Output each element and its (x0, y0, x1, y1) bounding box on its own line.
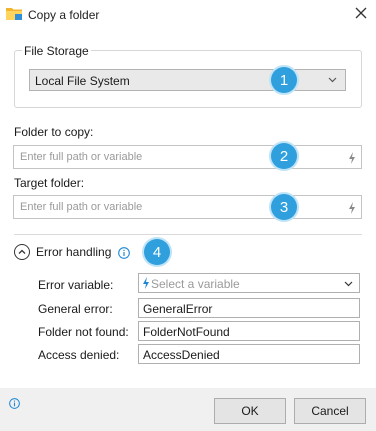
cancel-button[interactable]: Cancel (294, 398, 366, 424)
info-icon[interactable] (118, 247, 130, 259)
file-storage-legend: File Storage (22, 44, 91, 58)
error-variable-select[interactable]: Select a variable (138, 273, 360, 293)
ok-button[interactable]: OK (214, 398, 286, 424)
error-variable-label: Error variable: (38, 278, 114, 292)
variable-icon[interactable] (348, 152, 356, 164)
folder-to-copy-label: Folder to copy: (14, 125, 94, 139)
file-storage-dropdown[interactable]: Local File System (29, 69, 346, 91)
close-icon[interactable] (354, 6, 368, 20)
step-badge-2: 2 (271, 143, 297, 169)
access-denied-label: Access denied: (38, 348, 120, 362)
folder-icon (6, 8, 22, 20)
folder-to-copy-placeholder: Enter full path or variable (20, 151, 143, 163)
step-badge-4: 4 (144, 239, 170, 265)
folder-not-found-label: Folder not found: (38, 325, 129, 339)
folder-not-found-value: FolderNotFound (143, 325, 230, 339)
file-storage-value: Local File System (35, 74, 130, 88)
collapse-up-icon (18, 249, 26, 254)
target-folder-input[interactable]: Enter full path or variable (13, 195, 362, 219)
error-variable-placeholder: Select a variable (151, 277, 240, 291)
variable-icon[interactable] (348, 202, 356, 214)
section-divider (14, 234, 362, 235)
error-handling-label: Error handling (36, 245, 112, 259)
dialog-footer: OK Cancel (0, 388, 376, 431)
general-error-value: GeneralError (143, 302, 213, 316)
chevron-down-icon (344, 281, 353, 287)
target-folder-label: Target folder: (14, 176, 85, 190)
lightning-icon (143, 277, 149, 289)
access-denied-field[interactable]: AccessDenied (138, 344, 360, 364)
folder-to-copy-input[interactable]: Enter full path or variable (13, 145, 362, 169)
info-icon[interactable] (9, 398, 20, 409)
window-title: Copy a folder (28, 8, 100, 22)
target-folder-placeholder: Enter full path or variable (20, 201, 143, 213)
folder-not-found-field[interactable]: FolderNotFound (138, 321, 360, 341)
step-badge-3: 3 (271, 194, 297, 220)
general-error-field[interactable]: GeneralError (138, 298, 360, 318)
error-handling-toggle[interactable] (14, 244, 30, 260)
title-bar: Copy a folder (0, 0, 376, 30)
access-denied-value: AccessDenied (143, 348, 220, 362)
chevron-down-icon (328, 77, 337, 83)
general-error-label: General error: (38, 302, 113, 316)
step-badge-1: 1 (271, 67, 297, 93)
